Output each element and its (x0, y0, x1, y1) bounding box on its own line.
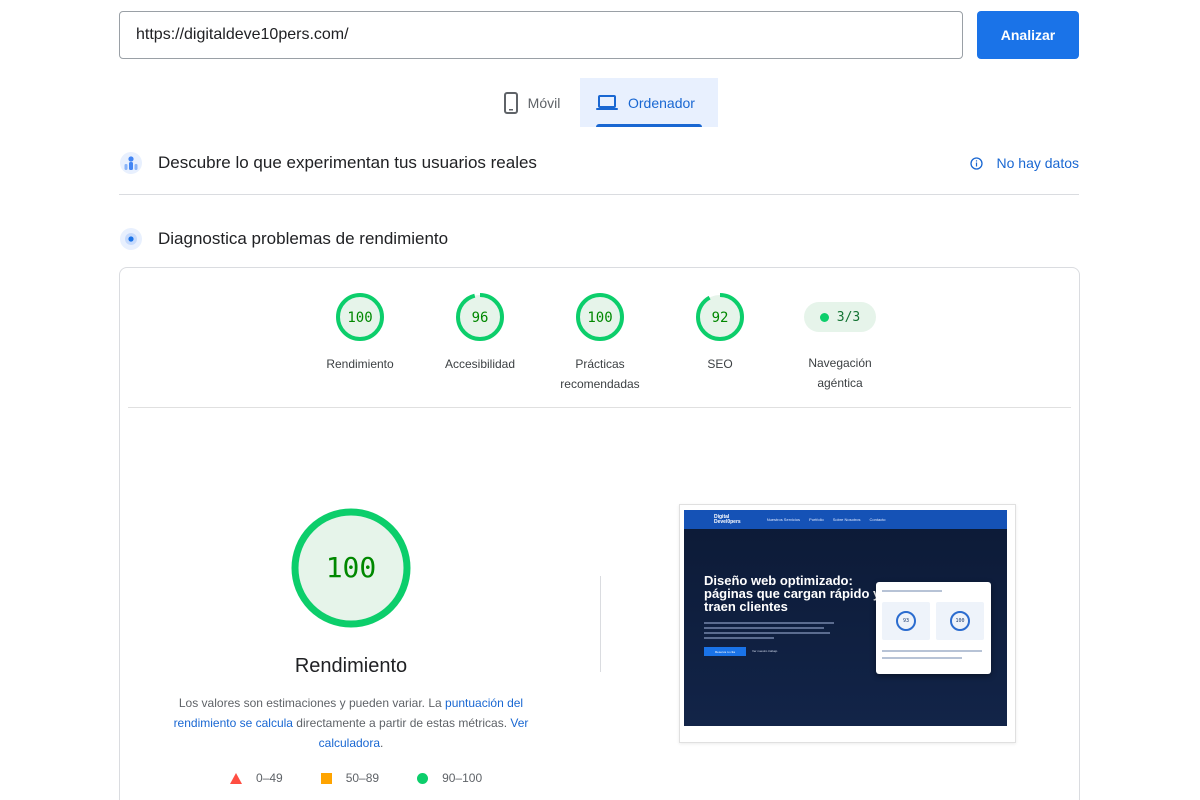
thumb-logo-line2: Devel0pers (714, 518, 741, 525)
thumb-navbar: Digital Devel0pers Nuestros Servicios Po… (684, 510, 1007, 529)
legend-average: 50–89 (320, 771, 380, 785)
report-card: 100 Rendimiento 96 Accesibilidad 100 Prá… (119, 267, 1080, 800)
tab-desktop-label: Ordenador (628, 94, 695, 111)
thumb-nav-item: Portfolio (809, 517, 824, 522)
vertical-separator (600, 576, 601, 672)
card-divider (128, 407, 1071, 408)
legend-pass-label: 90–100 (442, 771, 483, 785)
url-input[interactable] (119, 11, 963, 59)
legend-average-label: 50–89 (345, 771, 380, 785)
performance-note: Los valores son estimaciones y pueden va… (170, 693, 532, 753)
gauge-accessibility-ring: 96 (456, 293, 504, 341)
legend-fail-label: 0–49 (256, 771, 283, 785)
gauge-best-practices[interactable]: 100 Prácticas recomendadas (540, 292, 660, 394)
thumb-nav-item: Contacto (869, 517, 886, 522)
thumb-card-line (882, 650, 982, 652)
gauge-seo-label: SEO (707, 357, 733, 371)
no-data-link[interactable]: No hay datos (969, 155, 1080, 171)
circle-icon (417, 772, 429, 784)
legend-fail: 0–49 (230, 771, 283, 785)
gauge-seo-ring: 92 (696, 293, 744, 341)
thumb-card-line (882, 590, 942, 592)
thumb-mini-gauge: 100 (950, 611, 970, 631)
gauge-agentic-label-line1: Navegación (808, 356, 872, 370)
tab-mobile[interactable]: Móvil (484, 78, 580, 127)
screenshot-image: Digital Devel0pers Nuestros Servicios Po… (684, 510, 1007, 726)
square-icon (320, 772, 332, 784)
gauge-performance[interactable]: 100 Rendimiento (300, 292, 420, 374)
gauge-best-practices-ring: 100 (576, 293, 624, 341)
gauge-seo[interactable]: 92 SEO (660, 292, 780, 374)
gauge-agentic-label-line2: agéntica (817, 376, 863, 390)
thumb-mini-gauge: 93 (896, 611, 916, 631)
thumb-nav-item: Sobre Nosotros (832, 517, 861, 522)
tab-mobile-label: Móvil (527, 94, 561, 111)
agentic-value: 3/3 (836, 309, 861, 325)
thumb-body-text (704, 622, 844, 642)
gauge-best-practices-value: 100 (587, 310, 612, 326)
users-icon (119, 151, 143, 175)
section-divider (119, 194, 1079, 195)
thumb-headline: Diseño web optimizado: páginas que carga… (704, 573, 881, 614)
laptop-icon (596, 94, 618, 111)
device-tabs: Móvil Ordenador (484, 78, 718, 127)
thumb-mini-box: 93 (882, 602, 930, 640)
thumb-logo: Digital Devel0pers (714, 514, 741, 525)
diagnostics-section-header: Diagnostica problemas de rendimiento (119, 227, 1079, 251)
thumb-nav-item: Nuestros Servicios (766, 517, 801, 522)
lighthouse-icon (119, 227, 143, 251)
gauge-accessibility-value: 96 (472, 310, 489, 326)
diagnostics-title: Diagnostica problemas de rendimiento (158, 229, 449, 248)
thumb-cta: Reserva tu cita (704, 647, 746, 656)
analyze-button[interactable]: Analizar (977, 11, 1079, 59)
gauge-agentic[interactable]: 3/3 Navegación agéntica (780, 292, 900, 393)
gauge-best-practices-label-line2: recomendadas (560, 377, 640, 391)
page-screenshot: Digital Devel0pers Nuestros Servicios Po… (679, 504, 1016, 743)
gauge-performance-ring: 100 (336, 293, 384, 341)
performance-big-value: 100 (326, 551, 377, 584)
performance-title: Rendimiento (294, 655, 408, 677)
no-data-label: No hay datos (996, 155, 1080, 171)
triangle-icon (230, 772, 242, 784)
info-icon (969, 156, 983, 170)
thumb-card-line (882, 657, 962, 659)
thumb-report-card: 93 100 (876, 582, 991, 674)
crux-section-header: Descubre lo que experimentan tus usuario… (119, 151, 1079, 175)
gauge-accessibility-label: Accesibilidad (444, 357, 516, 371)
legend-pass: 90–100 (417, 771, 482, 785)
performance-big-ring: 100 (291, 508, 411, 628)
pass-dot-icon (819, 312, 829, 322)
thumb-mini-box: 100 (936, 602, 984, 640)
note-prefix: Los valores son estimaciones y pueden va… (178, 696, 446, 710)
score-gauges-row: 100 Rendimiento 96 Accesibilidad 100 Prá… (120, 292, 1079, 392)
gauge-performance-value: 100 (347, 310, 372, 326)
smartphone-icon (503, 91, 518, 114)
thumb-cta-secondary: Ver nuestro trabajo (752, 649, 778, 653)
crux-title: Descubre lo que experimentan tus usuario… (158, 153, 537, 172)
gauge-best-practices-label-line1: Prácticas (575, 357, 625, 371)
gauge-agentic-label: Navegación agéntica (808, 353, 871, 393)
agentic-badge: 3/3 (804, 302, 876, 332)
note-middle: directamente a partir de estas métricas. (292, 716, 511, 730)
note-suffix: . (380, 736, 384, 750)
tab-desktop[interactable]: Ordenador (580, 78, 718, 127)
performance-big-gauge[interactable]: 100 (291, 508, 411, 633)
gauge-best-practices-label: Prácticas recomendadas (560, 354, 639, 394)
score-legend: 0–49 50–89 90–100 (230, 771, 520, 785)
gauge-seo-value: 92 (712, 310, 729, 326)
gauge-accessibility[interactable]: 96 Accesibilidad (420, 292, 540, 374)
gauge-performance-label: Rendimiento (326, 357, 394, 371)
